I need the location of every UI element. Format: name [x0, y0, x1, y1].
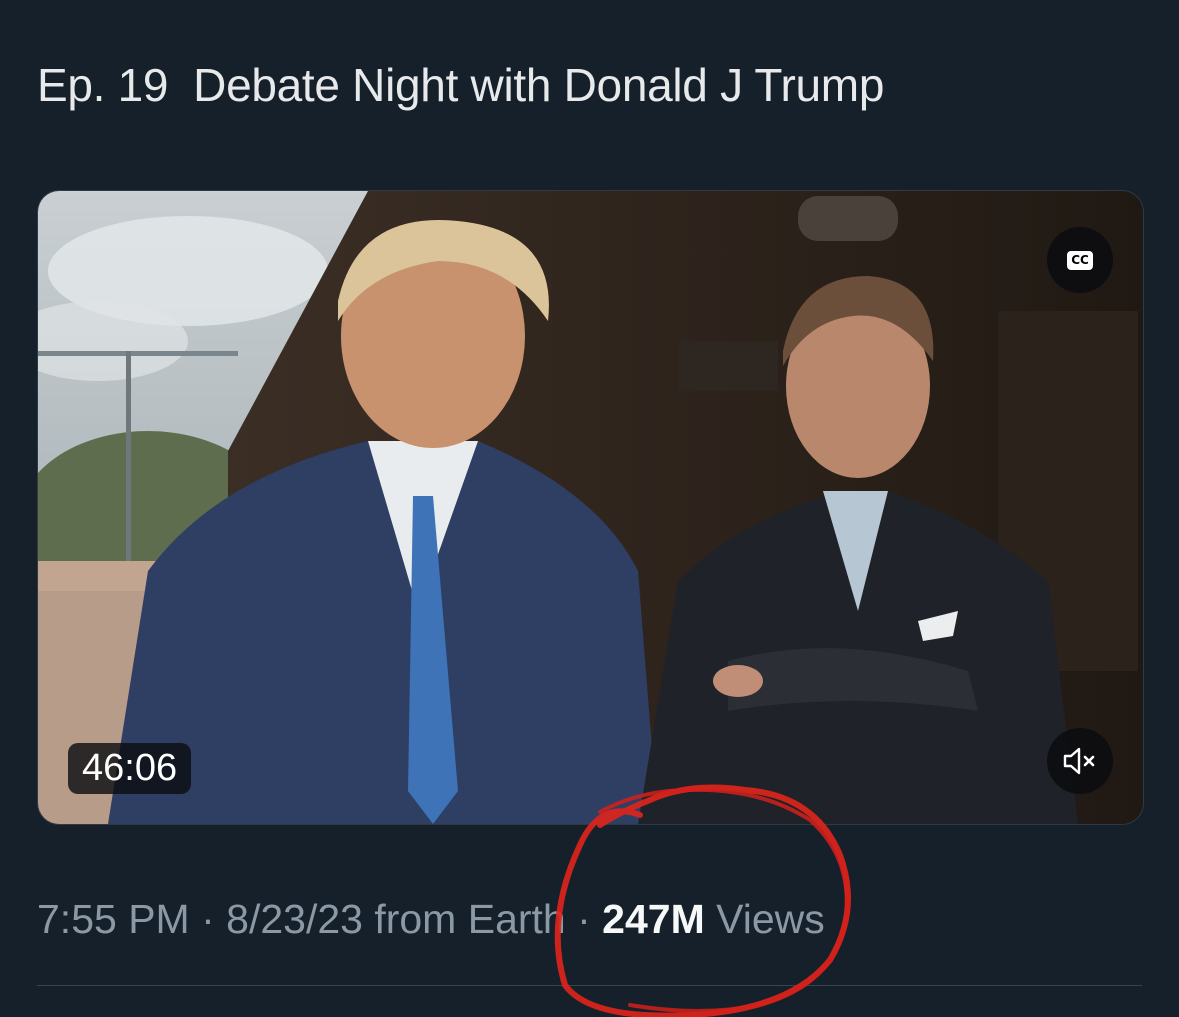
meta-separator: ·: [565, 896, 603, 942]
closed-captions-button[interactable]: CC: [1047, 227, 1113, 293]
video-title: Ep. 19 Debate Night with Donald J Trump: [37, 59, 885, 111]
video-player[interactable]: CC 46:06: [37, 190, 1144, 825]
views-label[interactable]: Views: [705, 896, 825, 942]
post-time[interactable]: 7:55 PM: [37, 896, 190, 942]
divider: [37, 985, 1142, 986]
mute-toggle-button[interactable]: [1047, 728, 1113, 794]
post-source: from Earth: [362, 896, 566, 942]
post-meta: 7:55 PM · 8/23/23 from Earth · 247M View…: [37, 896, 825, 943]
closed-captions-icon: CC: [1067, 250, 1093, 270]
post-date[interactable]: 8/23/23: [226, 896, 363, 942]
tweet-detail: Ep. 19 Debate Night with Donald J Trump: [0, 0, 1179, 1017]
speaker-muted-icon: [1063, 747, 1095, 775]
views-count[interactable]: 247M: [602, 896, 705, 942]
video-frame: [38, 191, 1143, 824]
meta-separator: ·: [189, 896, 227, 942]
video-duration: 46:06: [68, 743, 192, 794]
